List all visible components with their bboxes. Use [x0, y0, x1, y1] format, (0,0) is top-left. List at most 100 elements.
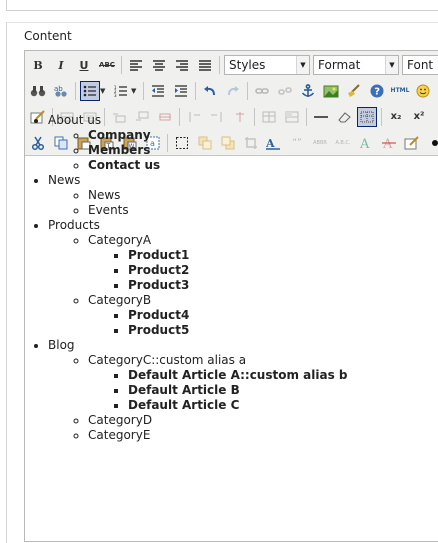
- text-ins-icon: A: [359, 137, 370, 150]
- bullet-list-icon: [83, 85, 96, 97]
- styles-select[interactable]: Styles ▼: [224, 55, 310, 75]
- bold-button[interactable]: B: [28, 55, 48, 75]
- cut-button[interactable]: [28, 133, 48, 153]
- strikethrough-button[interactable]: ABC: [97, 55, 117, 75]
- numbered-list-icon: 123: [114, 85, 127, 97]
- unlink-button[interactable]: [275, 81, 295, 101]
- image-button[interactable]: [321, 81, 341, 101]
- svg-text:A: A: [359, 137, 370, 150]
- link-button[interactable]: [252, 81, 272, 101]
- indent-button[interactable]: [171, 81, 191, 101]
- svg-text:3: 3: [114, 93, 117, 97]
- nested-list: Company Members Contact us: [48, 128, 348, 173]
- attributes-icon: [404, 136, 419, 150]
- help-button[interactable]: ?: [367, 81, 387, 101]
- italic-glyph: I: [58, 58, 64, 72]
- bullet-list-button[interactable]: [80, 81, 100, 101]
- list-item-label: Products: [48, 218, 100, 232]
- list-item: CategoryD: [88, 413, 348, 428]
- list-item: Blog CategoryC::custom alias a Default A…: [48, 338, 348, 443]
- list-item-label: CategoryD: [88, 413, 153, 427]
- list-item: CategoryB Product4 Product5: [88, 293, 348, 338]
- align-center-button[interactable]: [149, 55, 169, 75]
- nested-list: CategoryC::custom alias a Default Articl…: [48, 353, 348, 443]
- list-item: About us Company Members Contact us: [48, 113, 348, 173]
- align-left-button[interactable]: [126, 55, 146, 75]
- nested-list: News Events: [48, 188, 348, 218]
- subscript-button[interactable]: x₂: [386, 107, 406, 127]
- chevron-down-icon[interactable]: ▼: [100, 87, 108, 95]
- anchor-icon: [301, 84, 315, 97]
- redo-button[interactable]: [223, 81, 243, 101]
- cleanup-button[interactable]: [344, 81, 364, 101]
- list-item-label: Product1: [128, 248, 190, 262]
- separator: [247, 82, 248, 100]
- list-item-label: CategoryC::custom alias a: [88, 353, 247, 367]
- list-item: Product3: [128, 278, 348, 293]
- list-item: CategoryE: [88, 428, 348, 443]
- separator: [219, 56, 220, 74]
- list-item-label: Contact us: [88, 158, 161, 172]
- bold-glyph: B: [33, 58, 43, 72]
- list-item-label: Product3: [128, 278, 190, 292]
- list-item-label: Members: [88, 143, 151, 157]
- separator: [75, 82, 76, 100]
- align-left-icon: [130, 60, 142, 71]
- list-item-label: Events: [88, 203, 129, 217]
- align-right-button[interactable]: [172, 55, 192, 75]
- underline-button[interactable]: U: [74, 55, 94, 75]
- superscript-button[interactable]: x²: [409, 107, 429, 127]
- list-item-label: Company: [88, 128, 151, 142]
- help-icon: ?: [370, 84, 384, 98]
- nonbreaking-button[interactable]: [425, 133, 438, 153]
- html-button[interactable]: HTML: [390, 81, 410, 101]
- list-item: Default Article B: [128, 383, 348, 398]
- nested-list: Product4 Product5: [88, 308, 348, 338]
- strike-glyph: ABC: [99, 60, 115, 69]
- emoticon-button[interactable]: [413, 81, 433, 101]
- html-icon: HTML: [390, 87, 410, 94]
- list-item: Default Article C: [128, 398, 348, 413]
- link-icon: [255, 88, 269, 94]
- list-item-label: About us: [48, 113, 102, 127]
- numbered-list-button[interactable]: 123: [111, 81, 131, 101]
- insert-text-button[interactable]: A: [356, 133, 376, 153]
- list-item: Company: [88, 128, 348, 143]
- align-justify-icon: [199, 60, 211, 71]
- align-right-icon: [176, 60, 188, 71]
- format-select[interactable]: Format ▼: [313, 55, 399, 75]
- separator: [143, 82, 144, 100]
- attributes-button[interactable]: [402, 133, 422, 153]
- find-button[interactable]: [28, 81, 48, 101]
- anchor-button[interactable]: [298, 81, 318, 101]
- subscript-icon: x₂: [390, 111, 402, 122]
- list-item: Product4: [128, 308, 348, 323]
- list-item: Events: [88, 203, 348, 218]
- list-item: CategoryA Product1 Product2 Product3: [88, 233, 348, 293]
- align-justify-button[interactable]: [195, 55, 215, 75]
- content-label: Content: [24, 29, 72, 43]
- list-item-label: CategoryB: [88, 293, 152, 307]
- list-item: Contact us: [88, 158, 348, 173]
- find-replace-icon: ab: [54, 85, 67, 97]
- list-item-label: CategoryA: [88, 233, 152, 247]
- replace-button[interactable]: ab: [51, 81, 71, 101]
- chevron-down-icon[interactable]: ▼: [131, 87, 139, 95]
- list-item-label: Default Article A::custom alias b: [128, 368, 348, 382]
- top-input-field[interactable]: [6, 0, 438, 11]
- list-item-label: Product2: [128, 263, 190, 277]
- font-select[interactable]: Font: [402, 55, 438, 75]
- scissors-icon: [31, 136, 45, 150]
- list-item-label: News: [88, 188, 121, 202]
- image-icon: [323, 85, 339, 98]
- visual-aid-button[interactable]: [357, 107, 377, 127]
- superscript-icon: x²: [413, 111, 425, 122]
- italic-button[interactable]: I: [51, 55, 71, 75]
- redo-icon: [228, 86, 239, 96]
- indent-icon: [175, 85, 187, 97]
- svg-text:ab: ab: [54, 85, 63, 93]
- outdent-icon: [152, 85, 164, 97]
- undo-button[interactable]: [200, 81, 220, 101]
- delete-text-button[interactable]: A: [379, 133, 399, 153]
- outdent-button[interactable]: [148, 81, 168, 101]
